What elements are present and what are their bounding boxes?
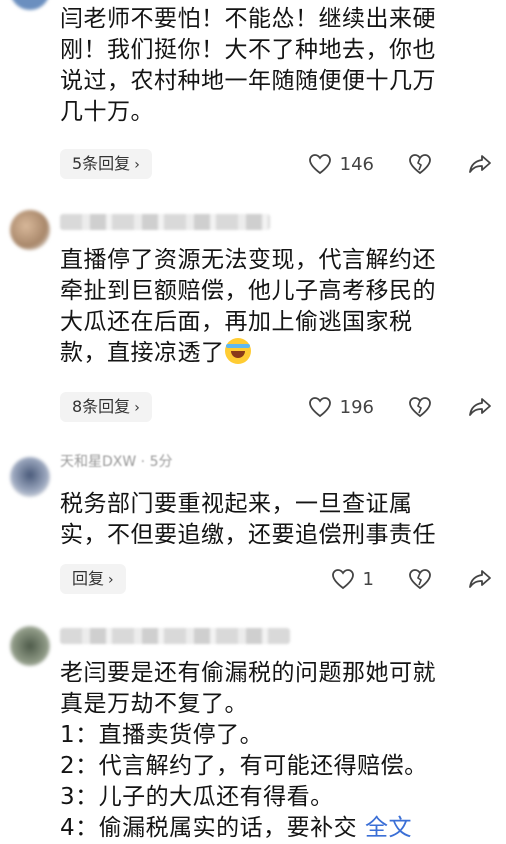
comment-line: 4：偷漏税属实的话，要补交 全文 (60, 813, 490, 844)
share-button[interactable] (468, 395, 492, 419)
view-replies-button[interactable]: 8条回复 › (60, 392, 152, 422)
dislike-button[interactable] (408, 152, 432, 176)
comment-body: 老闫要是还有偷漏税的问题那她可就 真是万劫不复了。 1：直播卖货停了。 2：代言… (60, 658, 490, 844)
laughing-crying-emoji-icon (224, 338, 251, 364)
comment-body: 直播停了资源无法变现，代言解约还 牵扯到巨额赔偿，他儿子高考移民的 大瓜还在后面… (60, 245, 490, 369)
reply-button[interactable]: 回复 › (60, 564, 126, 594)
reply-label: 回复 (72, 569, 105, 588)
comment-line-text: 款，直接凉透了 (60, 340, 225, 366)
avatar[interactable] (10, 626, 50, 666)
avatar[interactable] (10, 457, 50, 497)
comment-line: 老闫要是还有偷漏税的问题那她可就 (60, 660, 436, 686)
comment-actions: 146 (308, 149, 492, 179)
comment-line: 税务部门要重视起来，一旦查证属 (60, 491, 413, 517)
broken-heart-icon (409, 569, 431, 590)
full-text-link[interactable]: 全文 (365, 815, 412, 841)
like-count: 196 (339, 396, 374, 418)
share-button[interactable] (468, 152, 492, 176)
comment-line: 刚！我们挺你！大不了种地去，你也 (60, 37, 436, 63)
author-name: 天和星DXW · 5分 (60, 454, 173, 468)
comment-line: 直播停了资源无法变现，代言解约还 (60, 247, 436, 273)
comment-line: 闫老师不要怕！不能怂！继续出来硬 (60, 6, 436, 32)
comment-line: 牵扯到巨额赔偿，他儿子高考移民的 (60, 278, 436, 304)
author-meta (60, 214, 270, 230)
chevron-right-icon: › (108, 572, 114, 588)
comment-line: 说过，农村种地一年随随便便十几万 (60, 68, 436, 94)
author-meta (60, 628, 290, 644)
heart-icon (331, 569, 354, 590)
comment-line: 款，直接凉透了 (60, 338, 490, 369)
heart-icon (308, 154, 331, 175)
comment-actions: 196 (308, 392, 492, 422)
like-count: 1 (362, 568, 374, 590)
comment-line: 2：代言解约了，有可能还得赔偿。 (60, 753, 428, 779)
share-icon (469, 570, 491, 588)
avatar[interactable] (10, 210, 50, 250)
comment-body: 闫老师不要怕！不能怂！继续出来硬 刚！我们挺你！大不了种地去，你也 说过，农村种… (60, 4, 490, 128)
comment-line: 1：直播卖货停了。 (60, 722, 264, 748)
broken-heart-icon (409, 154, 431, 175)
share-button[interactable] (468, 567, 492, 591)
like-count: 146 (339, 153, 374, 175)
like-button[interactable]: 1 (331, 568, 374, 590)
chevron-right-icon: › (134, 400, 140, 416)
comment-line: 实，不但要追缴，还要追偿刑事责任 (60, 522, 436, 548)
like-button[interactable]: 196 (308, 396, 374, 418)
comment-line: 几十万。 (60, 99, 154, 125)
heart-icon (308, 397, 331, 418)
comment-actions: 1 (331, 564, 492, 594)
author-meta: 天和星DXW · 5分 (60, 454, 300, 468)
reply-label: 8条回复 (72, 397, 131, 416)
like-button[interactable]: 146 (308, 153, 374, 175)
share-icon (469, 155, 491, 173)
dislike-button[interactable] (408, 395, 432, 419)
comment-line: 3：儿子的大瓜还有得看。 (60, 784, 334, 810)
comment-line: 真是万劫不复了。 (60, 691, 248, 717)
avatar[interactable] (10, 0, 50, 10)
comment-line: 大瓜还在后面，再加上偷逃国家税 (60, 309, 413, 335)
chevron-right-icon: › (134, 157, 140, 173)
comment-line-text: 4：偷漏税属实的话，要补交 (60, 815, 358, 841)
comment-body: 税务部门要重视起来，一旦查证属 实，不但要追缴，还要追偿刑事责任 (60, 489, 490, 551)
share-icon (469, 398, 491, 416)
view-replies-button[interactable]: 5条回复 › (60, 149, 152, 179)
reply-label: 5条回复 (72, 154, 131, 173)
dislike-button[interactable] (408, 567, 432, 591)
broken-heart-icon (409, 397, 431, 418)
